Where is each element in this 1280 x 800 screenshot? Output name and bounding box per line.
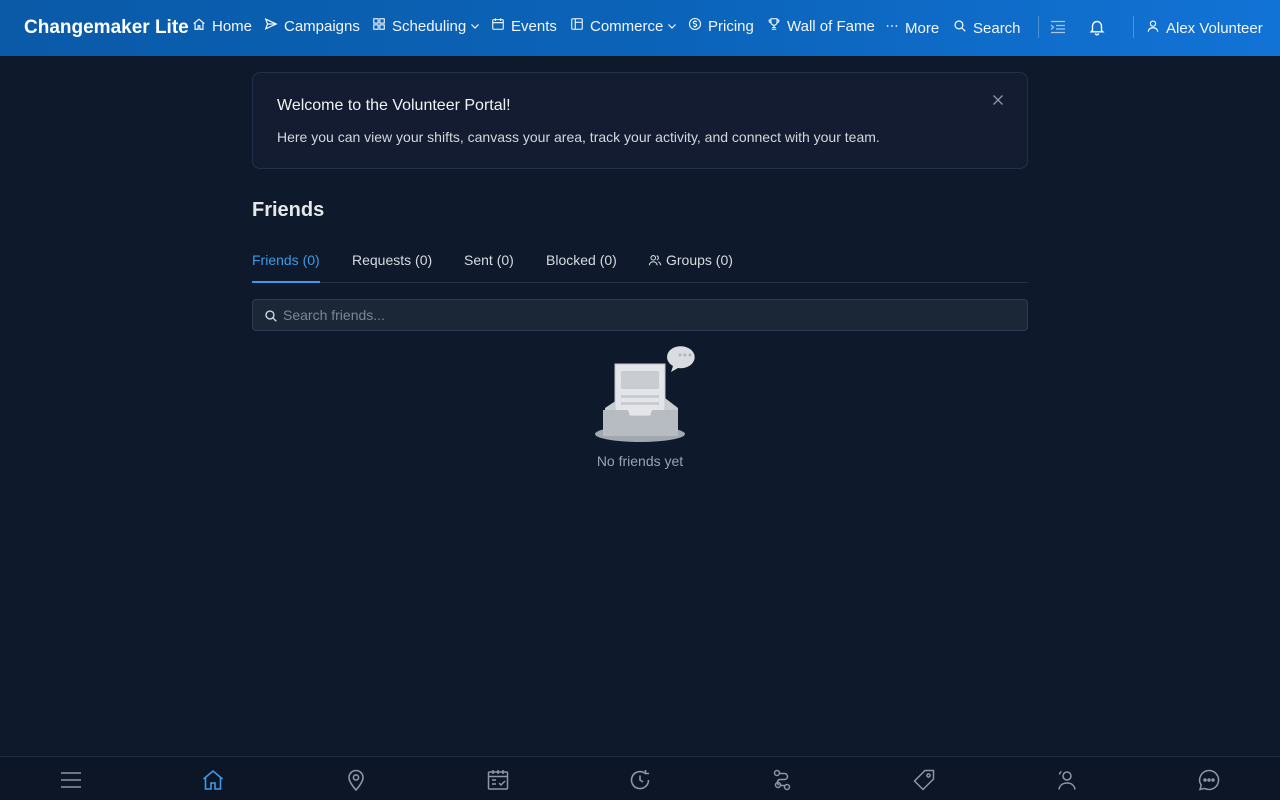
- collapse-menu-button[interactable]: [1049, 18, 1067, 36]
- nav-commerce[interactable]: Commerce: [570, 16, 677, 38]
- nav-events[interactable]: Events: [491, 16, 557, 38]
- friends-tabs: Friends (0) Requests (0) Sent (0) Blocke…: [252, 244, 1028, 283]
- tab-requests[interactable]: Requests (0): [352, 244, 432, 283]
- welcome-text: Here you can view your shifts, canvass y…: [277, 129, 880, 145]
- history-icon: [628, 770, 652, 796]
- dollar-circle-icon: [688, 17, 702, 37]
- bottom-nav-chat[interactable]: [1197, 768, 1221, 792]
- nav-wall-of-fame-label: Wall of Fame: [787, 18, 875, 35]
- tab-label: Requests (0): [352, 252, 433, 268]
- bottom-nav-activity[interactable]: [628, 768, 652, 792]
- route-icon: [770, 769, 794, 796]
- nav-scheduling[interactable]: Scheduling: [372, 16, 480, 38]
- users-icon: [1055, 770, 1079, 796]
- menu-icon: [59, 772, 83, 796]
- tab-label: Groups (0): [666, 252, 733, 268]
- welcome-banner: Welcome to the Volunteer Portal! Here yo…: [252, 72, 1028, 169]
- search-icon: [953, 19, 967, 39]
- nav-search-label: Search: [973, 20, 1021, 37]
- send-icon: [264, 17, 278, 37]
- tab-groups[interactable]: Groups (0): [648, 244, 733, 283]
- nav-more-label: More: [905, 20, 940, 37]
- bottom-nav-menu[interactable]: [59, 768, 83, 792]
- tab-label: Friends (0): [252, 252, 320, 268]
- tab-label: Blocked (0): [546, 252, 617, 268]
- home-icon: [192, 17, 206, 37]
- page-title: Friends: [252, 199, 325, 221]
- chevron-down-icon: [668, 17, 677, 37]
- nav-home[interactable]: Home: [192, 16, 252, 38]
- bottom-nav-map[interactable]: [344, 768, 368, 792]
- chevron-down-icon: [471, 17, 480, 37]
- empty-inbox-illustration: [590, 340, 705, 445]
- chat-icon: [1197, 769, 1221, 796]
- map-pin-icon: [344, 769, 368, 796]
- indent-icon: [1049, 20, 1067, 40]
- nav-events-label: Events: [511, 18, 557, 35]
- notifications-button[interactable]: [1088, 18, 1106, 36]
- bell-icon: [1088, 20, 1106, 40]
- calendar-icon: [491, 17, 505, 37]
- empty-state-text: No friends yet: [596, 453, 684, 469]
- trophy-icon: [767, 17, 781, 37]
- nav-scheduling-label: Scheduling: [392, 18, 467, 35]
- user-menu[interactable]: Alex Volunteer: [1146, 18, 1263, 40]
- nav-campaigns[interactable]: Campaigns: [264, 16, 360, 38]
- nav-campaigns-label: Campaigns: [284, 18, 360, 35]
- welcome-title: Welcome to the Volunteer Portal!: [277, 97, 511, 114]
- bottom-navigation-bar: [0, 756, 1280, 800]
- search-friends-input[interactable]: [283, 300, 1013, 330]
- search-friends[interactable]: [252, 299, 1028, 331]
- user-icon: [1146, 19, 1160, 39]
- tag-icon: [912, 769, 936, 796]
- nav-wall-of-fame[interactable]: Wall of Fame: [767, 16, 875, 38]
- tab-sent[interactable]: Sent (0): [464, 244, 514, 283]
- bottom-nav-home[interactable]: [201, 768, 225, 792]
- tab-friends[interactable]: Friends (0): [252, 244, 320, 283]
- nav-more[interactable]: More: [885, 18, 939, 40]
- bottom-nav-routes[interactable]: [770, 768, 794, 792]
- nav-pricing-label: Pricing: [708, 18, 754, 35]
- calendar-check-icon: [486, 770, 510, 796]
- nav-divider: [1038, 16, 1039, 38]
- tab-blocked[interactable]: Blocked (0): [546, 244, 617, 283]
- close-icon: [991, 94, 1005, 111]
- nav-pricing[interactable]: Pricing: [688, 16, 754, 38]
- bottom-nav-friends[interactable]: [1055, 768, 1079, 792]
- app-title[interactable]: Changemaker Lite: [24, 16, 189, 40]
- tab-label: Sent (0): [464, 252, 514, 268]
- users-icon: [648, 252, 662, 270]
- nav-home-label: Home: [212, 18, 253, 35]
- close-banner-button[interactable]: [991, 93, 1005, 107]
- home-icon: [201, 769, 225, 796]
- nav-search[interactable]: Search: [953, 18, 1021, 40]
- ellipsis-icon: [885, 19, 899, 39]
- bottom-nav-shifts[interactable]: [486, 768, 510, 792]
- nav-divider: [1133, 16, 1134, 38]
- user-name: Alex Volunteer: [1166, 20, 1263, 37]
- grid-icon: [372, 17, 386, 37]
- bottom-nav-tags[interactable]: [912, 768, 936, 792]
- top-navigation-bar: Changemaker Lite Home Campaigns Scheduli…: [0, 0, 1280, 56]
- storefront-icon: [570, 17, 584, 37]
- nav-commerce-label: Commerce: [590, 18, 664, 35]
